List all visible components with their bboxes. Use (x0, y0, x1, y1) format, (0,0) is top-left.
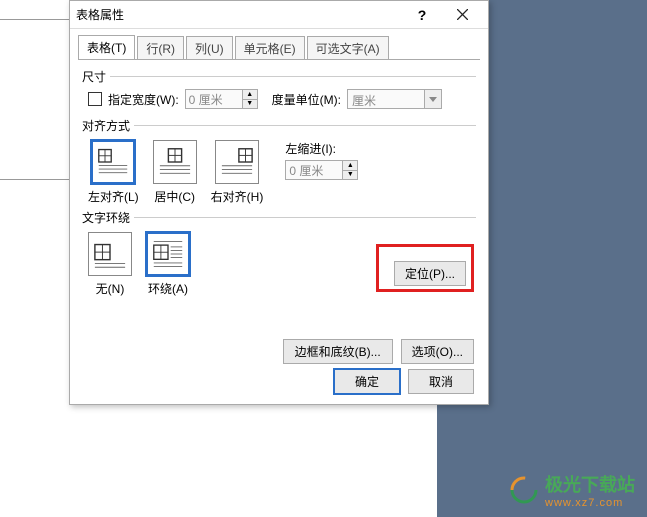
watermark-text: 极光下载站 (545, 471, 635, 497)
tab-cell[interactable]: 单元格(E) (235, 36, 305, 60)
options-button-label: 选项(O)... (412, 345, 463, 359)
tab-table[interactable]: 表格(T) (78, 35, 135, 59)
help-button[interactable]: ? (402, 1, 442, 29)
help-icon: ? (418, 7, 427, 23)
tab-label: 单元格(E) (244, 42, 296, 56)
ok-button[interactable]: 确定 (334, 369, 400, 394)
group-rule (110, 76, 476, 77)
measure-unit-value: 厘米 (347, 89, 425, 109)
align-center-caption: 居中(C) (154, 188, 195, 205)
tab-bar: 表格(T) 行(R) 列(U) 单元格(E) 可选文字(A) (70, 29, 488, 59)
pref-width-checkbox[interactable] (88, 92, 102, 106)
ok-label: 确定 (355, 375, 379, 389)
align-center-icon (153, 140, 197, 184)
dialog-actions: 确定 取消 (334, 369, 474, 394)
options-button[interactable]: 选项(O)... (401, 339, 474, 364)
dialog-title: 表格属性 (76, 6, 402, 23)
watermark-subtext: www.xz7.com (545, 497, 635, 509)
tab-panel-table: 尺寸 指定宽度(W): ▲ ▼ 度量单位(M): 厘米 对齐 (70, 60, 488, 311)
spinner-up-icon[interactable]: ▲ (243, 90, 257, 100)
tab-alt-text[interactable]: 可选文字(A) (307, 36, 389, 60)
wrap-none-caption: 无(N) (96, 280, 125, 297)
tab-label: 表格(T) (87, 41, 126, 55)
borders-shading-button[interactable]: 边框和底纹(B)... (283, 339, 393, 364)
alignment-options-row: 左对齐(L) 居中(C) (82, 134, 476, 209)
align-center-option[interactable]: 居中(C) (153, 140, 197, 205)
close-button[interactable] (442, 1, 482, 29)
watermark-swirl-icon (509, 475, 539, 505)
tab-column[interactable]: 列(U) (186, 36, 233, 60)
pref-width-input[interactable] (185, 89, 243, 109)
measure-unit-label: 度量单位(M): (272, 91, 341, 108)
wrap-none-icon (88, 232, 132, 276)
group-rule (134, 217, 476, 218)
align-left-caption: 左对齐(L) (88, 188, 139, 205)
size-row: 指定宽度(W): ▲ ▼ 度量单位(M): 厘米 (82, 85, 476, 117)
wrap-around-caption: 环绕(A) (148, 280, 188, 297)
pref-width-spinner[interactable]: ▲ ▼ (185, 89, 258, 109)
align-right-caption: 右对齐(H) (211, 188, 264, 205)
align-right-option[interactable]: 右对齐(H) (211, 140, 264, 205)
tab-row[interactable]: 行(R) (137, 36, 184, 60)
tab-label: 列(U) (195, 42, 224, 56)
secondary-buttons-row: 边框和底纹(B)... 选项(O)... (283, 339, 474, 364)
left-indent-spinner[interactable]: ▲ ▼ (285, 160, 358, 180)
spinner-down-icon[interactable]: ▼ (343, 171, 357, 180)
wrap-around-option[interactable]: 环绕(A) (146, 232, 190, 297)
tab-label: 行(R) (146, 42, 175, 56)
chevron-down-icon[interactable] (425, 89, 442, 109)
wrap-around-icon (146, 232, 190, 276)
measure-unit-dropdown[interactable]: 厘米 (347, 89, 442, 109)
left-indent-block: 左缩进(I): ▲ ▼ (285, 140, 358, 180)
cancel-label: 取消 (429, 375, 453, 389)
cancel-button[interactable]: 取消 (408, 369, 474, 394)
watermark-logo: 极光下载站 www.xz7.com (509, 471, 635, 509)
spinner-up-icon[interactable]: ▲ (343, 161, 357, 171)
left-indent-input[interactable] (285, 160, 343, 180)
table-properties-dialog: 表格属性 ? 表格(T) 行(R) 列(U) 单元格(E) 可选文字(A) 尺寸… (69, 0, 489, 405)
wrap-none-option[interactable]: 无(N) (88, 232, 132, 297)
dialog-titlebar: 表格属性 ? (70, 1, 488, 29)
positioning-button-label: 定位(P)... (405, 267, 455, 281)
tab-label: 可选文字(A) (316, 42, 380, 56)
left-indent-label: 左缩进(I): (285, 140, 358, 157)
background-table-fragment (0, 0, 70, 200)
close-icon (457, 9, 468, 20)
spinner-down-icon[interactable]: ▼ (243, 100, 257, 109)
group-label-alignment: 对齐方式 (82, 117, 130, 134)
borders-shading-label: 边框和底纹(B)... (295, 345, 381, 359)
pref-width-label: 指定宽度(W): (108, 91, 179, 108)
align-right-icon (215, 140, 259, 184)
align-left-icon (91, 140, 135, 184)
group-label-size: 尺寸 (82, 68, 106, 85)
align-left-option[interactable]: 左对齐(L) (88, 140, 139, 205)
group-label-wrap: 文字环绕 (82, 209, 130, 226)
positioning-button[interactable]: 定位(P)... (394, 261, 466, 286)
group-rule (134, 125, 476, 126)
